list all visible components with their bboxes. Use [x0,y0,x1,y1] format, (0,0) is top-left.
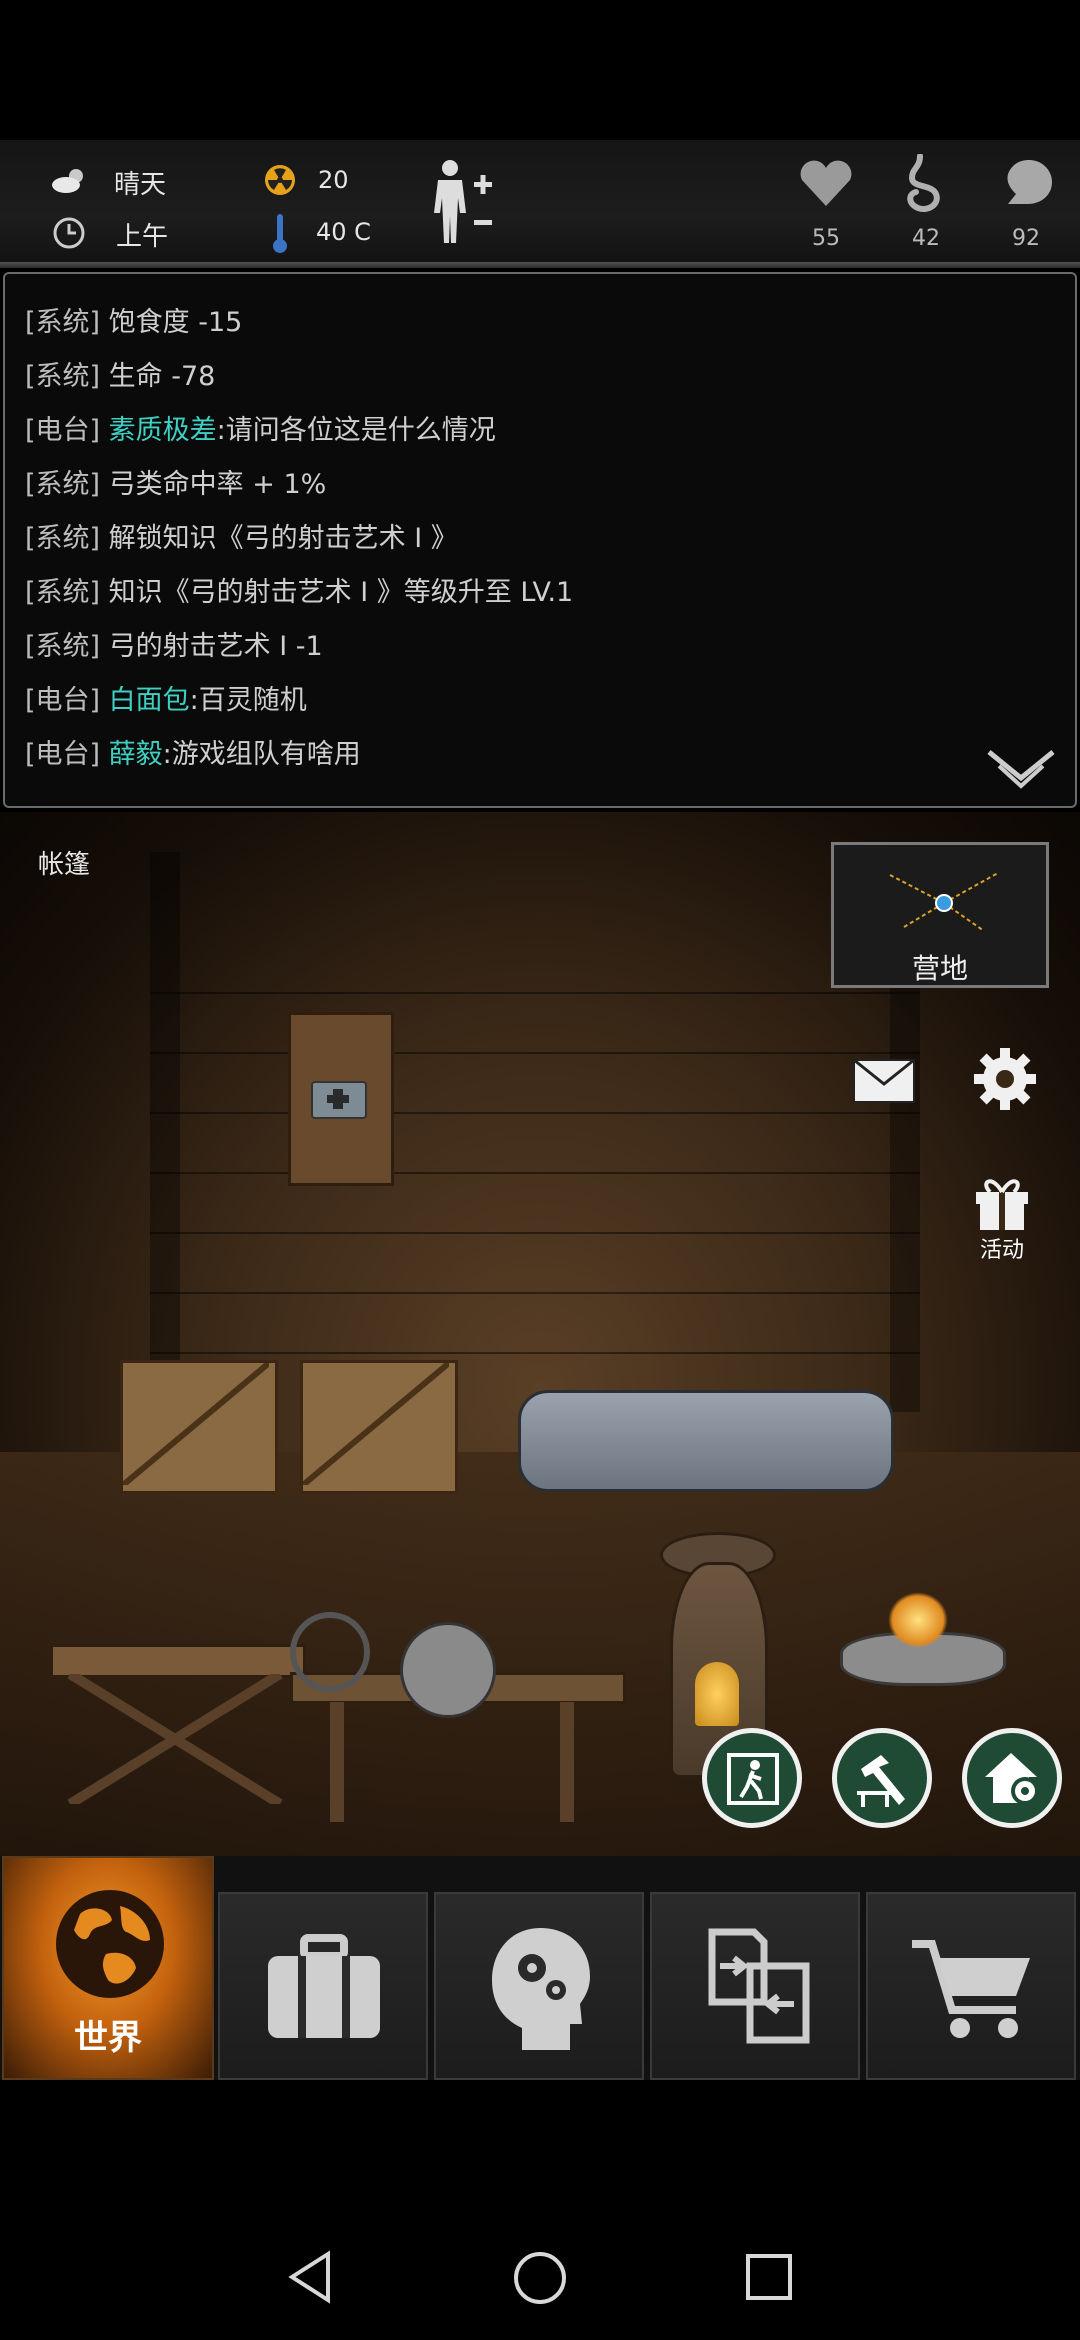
sleeping-bag[interactable] [518,1390,894,1492]
system-nav-bar [0,2080,1080,2340]
first-aid-icon [311,1081,367,1119]
camp-map-button[interactable]: 营地 [831,842,1049,988]
exit-button[interactable] [702,1728,802,1828]
hammer-chair-icon [857,1755,905,1807]
home-gear-icon [985,1753,1039,1805]
exchange-icon [708,1928,810,2044]
globe-icon [56,1890,164,1998]
map-route-icon [889,872,999,932]
tab-world-label: 世界 [74,2018,142,2058]
temperature-value: 40 C [316,218,371,246]
health-value: 55 [812,226,840,251]
log-line: [系统] 饱食度 -15 [25,307,243,338]
exit-door-icon [727,1753,779,1805]
log-line: [系统] 知识《弓的射击艺术 I 》等级升至 LV.1 [25,577,574,608]
heart-icon [800,160,852,206]
radiation-icon [265,165,295,195]
radiation-value: 20 [318,166,349,194]
gift-icon [976,1179,1028,1230]
storage-crate[interactable] [300,1360,458,1494]
tab-trade[interactable] [650,1892,860,2080]
thirst-value: 92 [1012,226,1040,251]
workbench[interactable] [50,1644,306,1804]
hunger-value: 42 [912,226,940,251]
log-line: [系统] 弓的射击艺术 I -1 [25,631,323,662]
activity-button[interactable]: 活动 [962,1172,1042,1272]
head-gears-icon [492,1928,590,2050]
weather-label: 晴天 [114,170,167,200]
bottom-nav: 世界 [0,1856,1080,2080]
message-log[interactable]: [系统] 饱食度 -15 [系统] 生命 -78 [电台] 素质极差:请问各位这… [3,272,1077,808]
thermometer-icon [273,214,287,253]
mail-icon[interactable] [852,1058,916,1104]
tab-world[interactable]: 世界 [2,1856,214,2080]
build-button[interactable] [832,1728,932,1828]
log-line: [电台] 白面包:百灵随机 [25,685,307,716]
log-line: [电台] 薛毅:游戏组队有啥用 [25,739,361,770]
tab-skills[interactable] [434,1892,644,2080]
tent-scene[interactable]: 帐篷 营地 活动 [0,812,1080,1860]
briefcase-icon [268,1934,380,2038]
log-line: [系统] 解锁知识《弓的射击艺术 I 》 [25,523,458,554]
tab-shop[interactable] [866,1892,1076,2080]
gear-icon[interactable] [972,1046,1038,1112]
water-drop-icon [1007,160,1052,204]
time-label: 上午 [116,222,169,252]
cloud-sun-icon [52,169,83,193]
camp-map-label: 营地 [911,952,968,985]
back-icon[interactable] [286,2250,334,2304]
home-settings-button[interactable] [962,1728,1062,1828]
log-line: [系统] 生命 -78 [25,361,216,392]
location-label: 帐篷 [38,850,91,880]
campfire[interactable] [830,1592,1010,1686]
cart-icon [912,1940,1030,2038]
saw-table[interactable] [290,1612,626,1832]
status-bar [0,0,1080,140]
activity-label: 活动 [979,1238,1024,1263]
log-line: [系统] 弓类命中率 + 1% [25,469,327,500]
home-icon[interactable] [512,2250,568,2306]
storage-crate[interactable] [120,1360,278,1494]
body-status-icon[interactable] [428,158,498,248]
tab-inventory[interactable] [218,1892,428,2080]
medicine-cabinet[interactable] [288,1012,394,1186]
clock-icon [53,217,85,249]
log-line: [电台] 素质极差:请问各位这是什么情况 [25,415,496,446]
stomach-icon [907,154,940,212]
expand-chevron-icon[interactable] [985,748,1057,792]
recents-icon[interactable] [744,2252,794,2302]
hud-bar: 晴天 上午 20 40 C 55 42 92 [0,140,1080,268]
